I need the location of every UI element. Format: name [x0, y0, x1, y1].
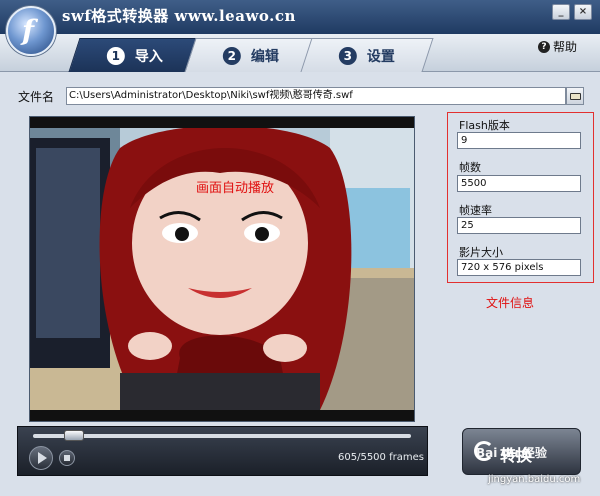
movie-size-field: 720 x 576 pixels	[457, 259, 581, 276]
seek-thumb[interactable]	[64, 430, 84, 441]
help-link[interactable]: ? 帮助	[538, 38, 577, 55]
file-path-field[interactable]: C:\Users\Administrator\Desktop\Niki\swf视…	[66, 87, 566, 105]
tab-import[interactable]: 1 导入	[68, 38, 202, 72]
stop-button[interactable]	[59, 450, 75, 466]
tab-label: 编辑	[250, 48, 279, 65]
play-icon	[38, 452, 47, 464]
file-info-caption: 文件信息	[486, 296, 535, 310]
tab-settings[interactable]: 3 设置	[300, 38, 434, 72]
cartoon-scene	[30, 128, 414, 410]
tab-edit[interactable]: 2 编辑	[184, 38, 318, 72]
auto-play-annotation: 画面自动播放	[196, 181, 275, 196]
minimize-button[interactable]: _	[552, 4, 570, 20]
app-logo: f	[6, 6, 56, 56]
frame-count-label: 帧数	[459, 161, 481, 174]
preview-video	[30, 128, 414, 410]
help-icon: ?	[538, 40, 550, 53]
seek-bar[interactable]	[33, 434, 411, 438]
flash-version-label: Flash版本	[459, 119, 510, 132]
tab-number: 1	[106, 46, 125, 65]
tab-label: 导入	[134, 48, 163, 65]
frame-rate-label: 帧速率	[459, 204, 492, 217]
browse-button[interactable]	[566, 87, 584, 105]
stop-icon	[64, 455, 70, 461]
frame-rate-field: 25	[457, 217, 581, 234]
frame-count-field: 5500	[457, 175, 581, 192]
file-name-label: 文件名	[18, 90, 55, 104]
folder-icon	[570, 93, 581, 100]
tab-number: 2	[222, 46, 241, 65]
watermark-logo: Bai du 经验	[476, 446, 547, 460]
tab-number: 3	[338, 46, 357, 65]
window-title: swf格式转换器 www.leawo.cn	[62, 7, 296, 25]
flash-version-field: 9	[457, 132, 581, 149]
tab-label: 设置	[366, 48, 395, 65]
help-label: 帮助	[553, 40, 578, 54]
close-button[interactable]: ×	[574, 4, 592, 20]
frame-counter: 605/5500 frames	[338, 452, 424, 463]
title-bar: swf格式转换器 www.leawo.cn _ ×	[0, 0, 600, 34]
watermark-url: jingyan.baidu.com	[488, 474, 581, 485]
movie-size-label: 影片大小	[459, 246, 503, 259]
play-button[interactable]	[29, 446, 53, 470]
flash-logo-icon: f	[22, 14, 35, 47]
